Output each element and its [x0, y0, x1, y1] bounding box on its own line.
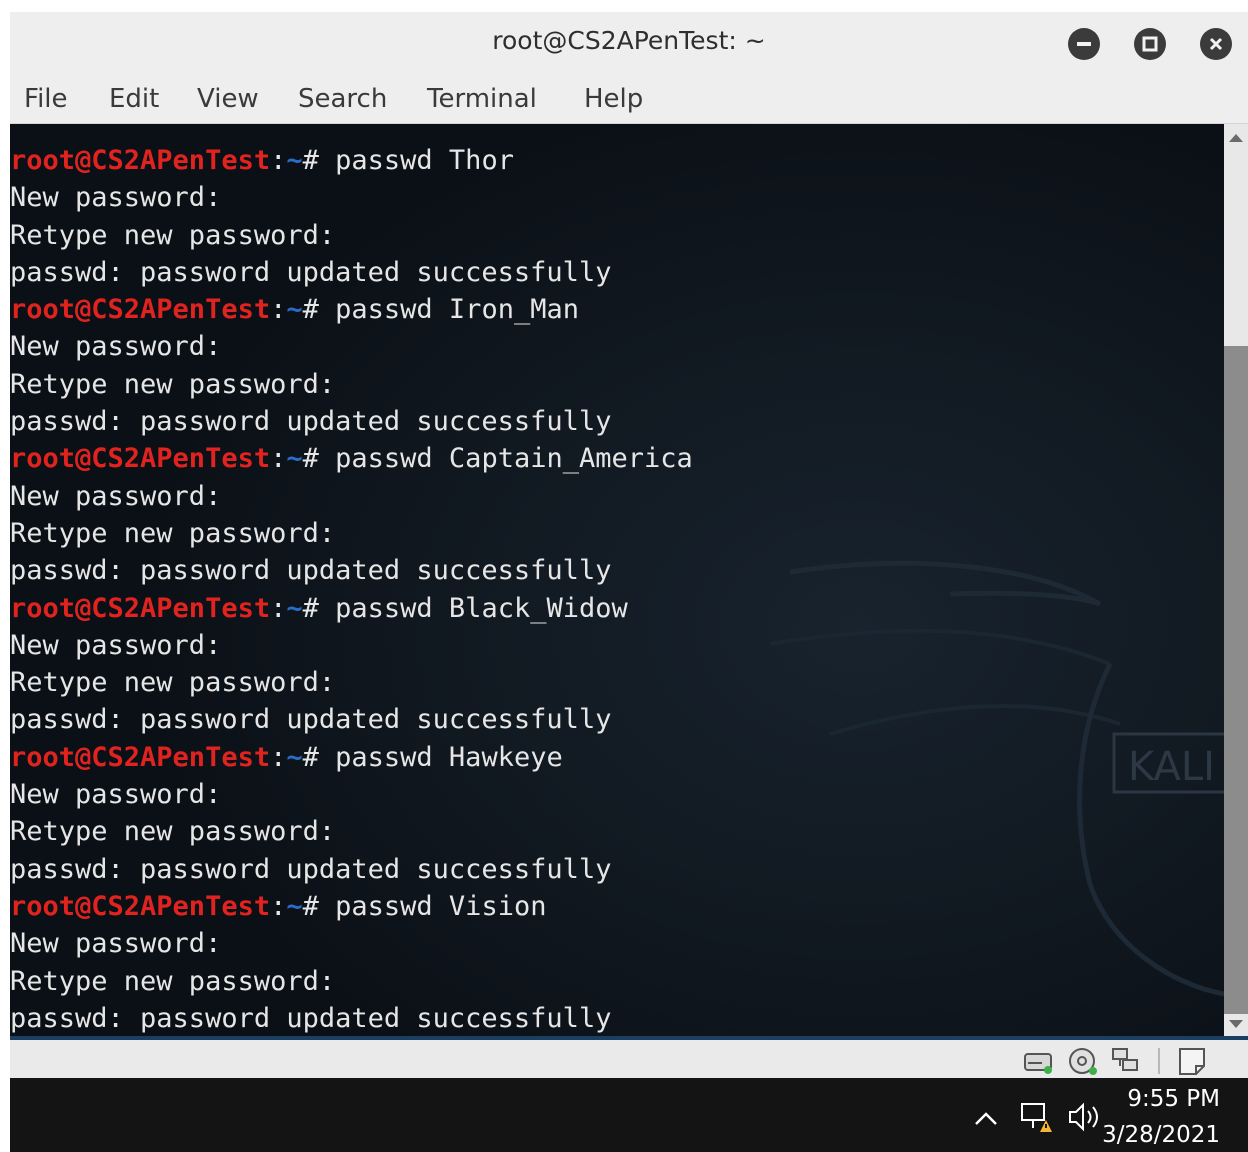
retype-password-prompt: Retype new password:	[10, 219, 336, 251]
new-password-prompt: New password:	[10, 331, 222, 363]
prompt-path: ~	[286, 741, 303, 773]
speaker-icon[interactable]	[1066, 1100, 1106, 1134]
prompt-symbol: #	[302, 145, 336, 176]
network-icon[interactable]	[1110, 1046, 1144, 1076]
close-button[interactable]	[1200, 28, 1232, 60]
prompt-path: ~	[286, 443, 303, 475]
vm-status-bar	[10, 1036, 1248, 1082]
prompt-line: root@CS2APenTest:~# passwd Iron_Man	[10, 291, 693, 328]
success-message: passwd: password updated successfully	[10, 555, 612, 587]
prompt-symbol: #	[302, 592, 336, 624]
retype-password-prompt: Retype new password:	[10, 517, 336, 549]
title-bar[interactable]: root@CS2APenTest: ~	[10, 12, 1248, 76]
kali-watermark: KALI	[1128, 744, 1215, 790]
terminal-lines: root@CS2APenTest:~# passwd Thor New passw…	[10, 142, 693, 1036]
menu-terminal[interactable]: Terminal	[427, 84, 537, 114]
prompt-user: root@CS2APenTest	[10, 741, 271, 773]
prompt-user: root@CS2APenTest	[10, 443, 271, 475]
vm-status-divider	[1158, 1048, 1160, 1074]
terminal-output[interactable]: KALI root@CS2APenTest:~# passwd Thor New …	[10, 124, 1224, 1036]
new-password-prompt: New password:	[10, 480, 222, 512]
prompt-line: root@CS2APenTest:~# passwd Thor	[10, 142, 693, 179]
retype-password-prompt: Retype new password:	[10, 965, 336, 997]
prompt-user: root@CS2APenTest	[10, 294, 271, 326]
prompt-line: root@CS2APenTest:~# passwd Hawkeye	[10, 739, 693, 776]
optical-disk-icon[interactable]	[1066, 1046, 1100, 1076]
prompt-line: root@CS2APenTest:~# passwd Vision	[10, 888, 693, 925]
prompt-path: ~	[286, 890, 303, 922]
command-text: passwd Black_Widow	[335, 592, 628, 624]
terminal-window: root@CS2APenTest: ~ File Edit View Searc…	[10, 12, 1248, 1152]
menu-help[interactable]: Help	[584, 84, 643, 114]
command-text: passwd Hawkeye	[335, 741, 563, 773]
prompt-symbol: #	[302, 890, 336, 922]
maximize-icon	[1142, 36, 1158, 52]
menu-edit[interactable]: Edit	[109, 84, 159, 114]
scroll-up-arrow-icon[interactable]	[1229, 134, 1243, 142]
menu-file[interactable]: File	[24, 84, 68, 114]
prompt-colon: :	[270, 443, 287, 475]
command-text: passwd Vision	[335, 890, 547, 922]
prompt-user: root@CS2APenTest	[10, 145, 271, 176]
retype-password-prompt: Retype new password:	[10, 368, 336, 400]
menu-view[interactable]: View	[197, 84, 259, 114]
new-password-prompt: New password:	[10, 928, 222, 960]
close-icon	[1209, 37, 1223, 51]
new-password-prompt: New password:	[10, 629, 222, 661]
success-message: passwd: password updated successfully	[10, 704, 612, 736]
success-message: passwd: password updated successfully	[10, 1002, 612, 1034]
windows-taskbar: 9:55 PM 3/28/2021	[10, 1078, 1248, 1152]
command-text: passwd Thor	[335, 145, 514, 176]
prompt-colon: :	[270, 741, 287, 773]
chevron-up-icon[interactable]	[972, 1108, 1000, 1128]
command-text: passwd Iron_Man	[335, 294, 579, 326]
prompt-path: ~	[286, 294, 303, 326]
success-message: passwd: password updated successfully	[10, 256, 612, 288]
prompt-colon: :	[270, 294, 287, 326]
prompt-path: ~	[286, 145, 303, 176]
prompt-line: root@CS2APenTest:~# passwd Black_Widow	[10, 590, 693, 627]
prompt-symbol: #	[302, 741, 336, 773]
prompt-colon: :	[270, 592, 287, 624]
prompt-symbol: #	[302, 443, 336, 475]
window-title: root@CS2APenTest: ~	[492, 26, 766, 55]
hard-disk-icon[interactable]	[1022, 1046, 1056, 1076]
prompt-colon: :	[270, 890, 287, 922]
scroll-down-arrow-icon[interactable]	[1229, 1020, 1243, 1028]
maximize-button[interactable]	[1134, 28, 1166, 60]
scrollbar-thumb[interactable]	[1224, 346, 1248, 1014]
success-message: passwd: password updated successfully	[10, 853, 612, 885]
prompt-line: root@CS2APenTest:~# passwd Captain_Ameri…	[10, 440, 693, 477]
command-text: passwd Captain_America	[335, 443, 693, 475]
prompt-user: root@CS2APenTest	[10, 890, 271, 922]
clock-date[interactable]: 3/28/2021	[1102, 1122, 1220, 1148]
retype-password-prompt: Retype new password:	[10, 667, 336, 699]
prompt-path: ~	[286, 592, 303, 624]
clock-time[interactable]: 9:55 PM	[1127, 1086, 1220, 1112]
new-password-prompt: New password:	[10, 779, 222, 811]
menu-bar: File Edit View Search Terminal Help	[10, 76, 1248, 124]
menu-search[interactable]: Search	[298, 84, 387, 114]
new-password-prompt: New password:	[10, 182, 222, 214]
retype-password-prompt: Retype new password:	[10, 816, 336, 848]
prompt-colon: :	[270, 145, 287, 176]
prompt-symbol: #	[302, 294, 336, 326]
network-warning-icon[interactable]	[1018, 1100, 1054, 1134]
shared-folder-icon[interactable]	[1176, 1046, 1210, 1076]
terminal-scrollbar[interactable]	[1224, 124, 1248, 1036]
success-message: passwd: password updated successfully	[10, 406, 612, 438]
minimize-icon	[1077, 42, 1091, 46]
minimize-button[interactable]	[1068, 28, 1100, 60]
prompt-user: root@CS2APenTest	[10, 592, 271, 624]
